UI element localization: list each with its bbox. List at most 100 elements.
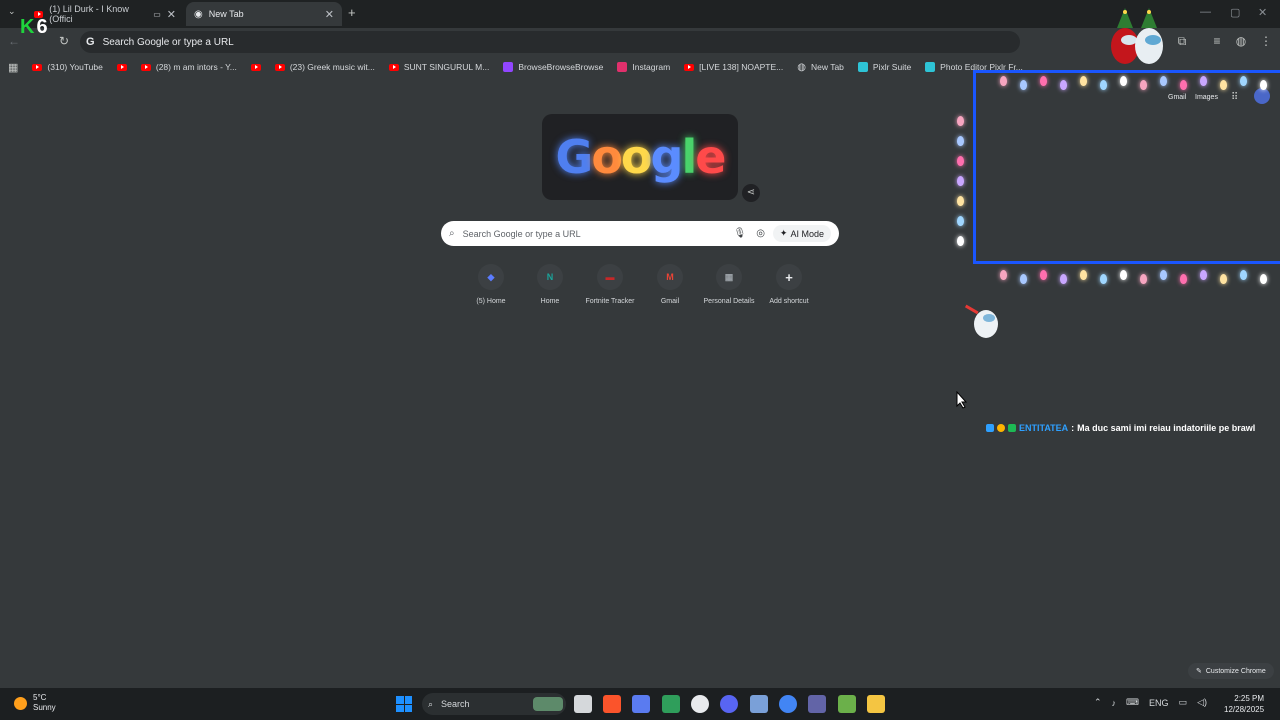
light-bulb-icon [1180, 80, 1187, 90]
light-bulb-icon [1100, 80, 1107, 90]
light-bulb-icon [1200, 76, 1207, 86]
bookmark-item[interactable]: [LIVE 138] NOAPTE... [684, 62, 783, 72]
pixlr-icon [857, 62, 868, 72]
window-close-icon[interactable]: ✕ [1258, 6, 1267, 19]
apps-grid-icon[interactable]: ▦ [8, 61, 18, 74]
shortcut-tile[interactable]: M Gmail [640, 264, 700, 305]
microphone-icon[interactable]: 🎙︎ [733, 228, 746, 239]
google-doodle[interactable]: Google [542, 114, 738, 200]
share-doodle-icon[interactable]: ⋖ [742, 184, 760, 202]
youtube-icon [140, 63, 151, 71]
chat-separator: : [1071, 423, 1075, 433]
stream-chat-message: ENTITATEA : Ma duc sami imi reiau indato… [986, 423, 1255, 433]
light-bulb-icon [1120, 76, 1127, 86]
bookmark-label: (310) YouTube [47, 62, 103, 72]
add-shortcut-button[interactable]: + Add shortcut [759, 264, 819, 305]
volume-icon[interactable]: ◁) [1197, 697, 1207, 708]
bookmark-item[interactable]: Instagram [617, 62, 670, 72]
sun-icon [14, 696, 27, 710]
file-explorer-icon[interactable] [867, 695, 885, 713]
copilot-icon[interactable] [632, 695, 650, 713]
bookmark-item[interactable]: BrowseBrowseBrowse [503, 62, 603, 72]
discord-icon[interactable] [720, 695, 738, 713]
bookmark-item[interactable]: ◍ New Tab [797, 62, 844, 73]
ai-mode-button[interactable]: ✦ AI Mode [772, 225, 831, 242]
ntp-search-box[interactable]: ⌕ Search Google or type a URL 🎙︎ ◎ ✦ AI M… [441, 221, 839, 246]
webcam-frame-overlay [973, 70, 1280, 264]
taskbar-clock[interactable]: 2:25 PM 12/28/2025 [1224, 693, 1264, 715]
windows-start-button[interactable] [396, 696, 412, 712]
light-bulb-icon [957, 116, 964, 126]
omnibox[interactable]: G Search Google or type a URL [80, 31, 1020, 53]
close-tab-icon[interactable]: ✕ [167, 8, 176, 21]
bookmark-item[interactable]: SUNT SINGURUL M... [388, 62, 489, 72]
maximize-icon[interactable]: ▢ [1230, 6, 1240, 19]
light-bulb-icon [1020, 80, 1027, 90]
youtube-icon [32, 63, 43, 71]
shortcut-tile[interactable]: N Home [520, 264, 580, 305]
light-bulb-icon [1220, 80, 1227, 90]
google-lens-icon[interactable]: ◎ [756, 228, 765, 239]
light-bulb-icon [1040, 270, 1047, 280]
tab-label: New Tab [208, 9, 244, 19]
new-tab-button[interactable]: + [348, 5, 356, 20]
keyboard-icon[interactable]: ⌨ [1126, 697, 1139, 708]
system-tray: ⌃ ♪ ⌨ ENG ▭ ◁) [1094, 697, 1207, 708]
bookmark-item[interactable]: (28) m am intors - Y... [140, 62, 237, 72]
calculator-icon[interactable] [750, 695, 768, 713]
tab-new-tab[interactable]: ◉ New Tab ✕ [186, 2, 342, 26]
network-icon[interactable]: ▭ [1179, 697, 1188, 708]
shortcut-tile[interactable]: ◆ (5) Home [461, 264, 521, 305]
shortcut-tile[interactable]: ▦ Personal Details [699, 264, 759, 305]
weather-widget[interactable]: 5°C Sunny [14, 693, 56, 713]
light-bulb-icon [1000, 76, 1007, 86]
bookmark-label: [LIVE 138] NOAPTE... [699, 62, 784, 72]
stream-logo: K6 [20, 16, 48, 38]
search-highlight-icon [533, 697, 563, 711]
bookmark-item[interactable]: Pixlr Suite [857, 62, 911, 72]
extensions-icon[interactable]: ⧉ [1174, 34, 1190, 49]
media-controls-icon[interactable]: ≡ [1209, 34, 1225, 48]
microphone-icon[interactable]: ♪ [1112, 698, 1117, 708]
app-icon[interactable] [691, 695, 709, 713]
bookmark-item[interactable] [116, 63, 127, 71]
light-bulb-icon [1020, 274, 1027, 284]
app-icon[interactable] [838, 695, 856, 713]
shortcut-label: (5) Home [476, 298, 506, 305]
bookmark-label: (23) Greek music wit... [289, 62, 375, 72]
light-bulb-icon [957, 136, 964, 146]
reload-icon[interactable]: ↻ [56, 34, 72, 48]
tab-youtube[interactable]: (1) Lil Durk - I Know (Offici ▭ ✕ [26, 2, 184, 26]
shortcut-label: Home [540, 298, 560, 305]
menu-icon[interactable]: ⋮ [1258, 34, 1274, 48]
profile-icon[interactable]: ◍ [1233, 34, 1249, 48]
minimize-icon[interactable]: — [1200, 6, 1211, 18]
bookmark-label: New Tab [810, 62, 844, 72]
bookmark-item[interactable]: (23) Greek music wit... [274, 62, 375, 72]
search-placeholder: Search Google or type a URL [462, 228, 581, 239]
customize-chrome-button[interactable]: ✎ Customize Chrome [1188, 663, 1274, 679]
app-icon[interactable] [662, 695, 680, 713]
light-bulb-icon [1060, 274, 1067, 284]
brave-icon[interactable] [603, 695, 621, 713]
media-playing-icon: ▭ [153, 9, 161, 19]
close-tab-icon[interactable]: ✕ [325, 8, 334, 21]
tab-search-chevron-icon[interactable]: ⌄ [8, 6, 16, 17]
youtube-icon [274, 63, 285, 71]
chrome-icon[interactable] [779, 695, 797, 713]
light-bulb-icon [1180, 274, 1187, 284]
shortcut-label: Gmail [660, 298, 680, 305]
taskbar-search[interactable]: ⌕ Search [422, 693, 566, 715]
pencil-icon: ✎ [1196, 668, 1202, 675]
bookmark-item[interactable] [250, 63, 261, 71]
teams-icon[interactable] [808, 695, 826, 713]
bookmark-item[interactable]: (310) YouTube [32, 62, 103, 72]
language-indicator[interactable]: ENG [1149, 698, 1169, 708]
light-bulb-icon [1100, 274, 1107, 284]
badge-icon [986, 424, 994, 432]
light-bulb-icon [957, 196, 964, 206]
task-view-icon[interactable] [574, 695, 592, 713]
chevron-up-icon[interactable]: ⌃ [1094, 697, 1102, 708]
bookmark-label: (28) m am intors - Y... [155, 62, 237, 72]
shortcut-tile[interactable]: ▬ Fortnite Tracker [580, 264, 640, 305]
